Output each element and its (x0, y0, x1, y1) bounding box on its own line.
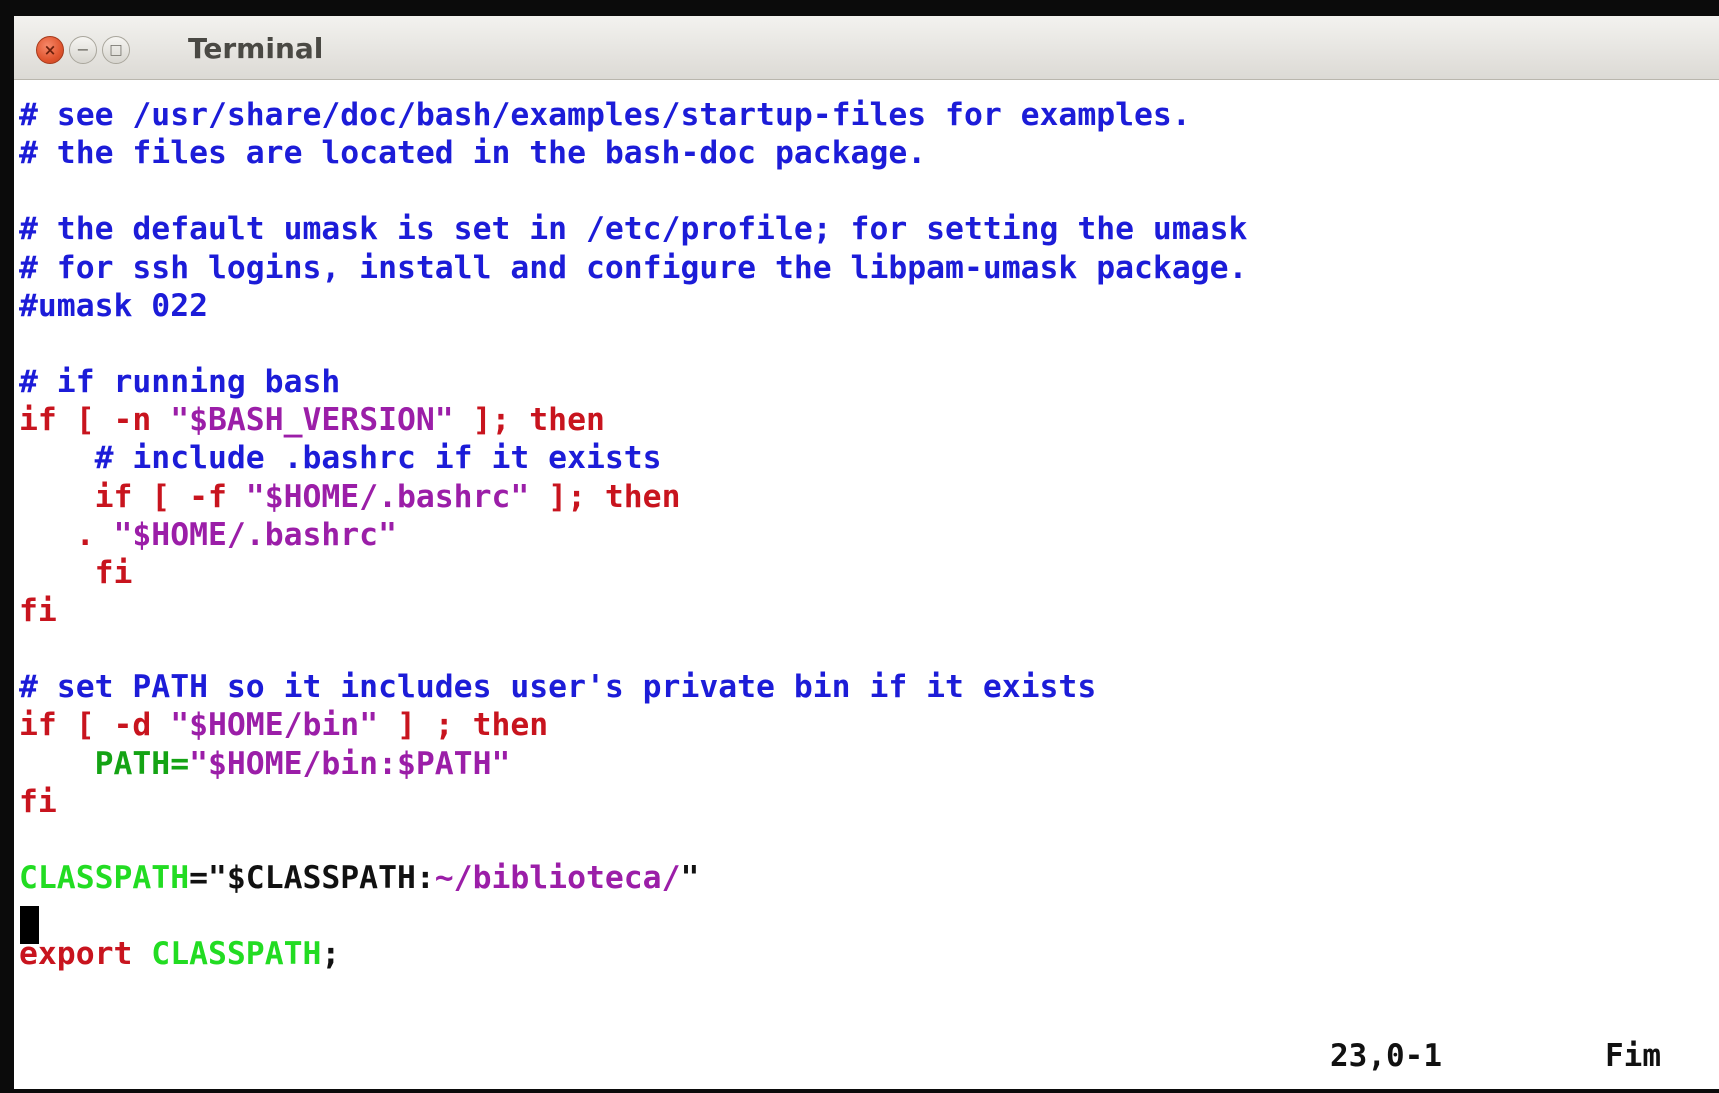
close-icon[interactable]: × (36, 36, 64, 64)
code-token: "$HOME/bin" (170, 707, 379, 744)
code-token: export (19, 936, 152, 973)
code-token: fi (19, 554, 133, 591)
code-token: ] ; then (378, 707, 549, 744)
code-token: fi (19, 783, 57, 820)
code-line: # if running bash (19, 363, 340, 401)
vim-editor-buffer[interactable]: 23,0-1 Fim # see /usr/share/doc/bash/exa… (19, 80, 1709, 1080)
code-token: # the files are located in the bash-doc … (19, 135, 927, 172)
code-line: if [ -d "$HOME/bin" ] ; then (19, 706, 548, 744)
code-token: # see /usr/share/doc/bash/examples/start… (19, 97, 1191, 133)
code-line: # set PATH so it includes user's private… (19, 668, 1096, 706)
screen-frame: × − □ Terminal 23,0-1 Fim # see /usr/sha… (0, 0, 1719, 1093)
code-token: "$HOME/bin:$PATH" (189, 745, 511, 782)
code-token: # include .bashrc if it exists (19, 440, 662, 477)
code-token: CLASSPATH (19, 860, 190, 896)
code-token: if [ -d (19, 707, 171, 744)
code-token: CLASSPATH (151, 936, 322, 973)
code-line: export CLASSPATH; (19, 935, 340, 973)
code-line: if [ -n "$BASH_VERSION" ]; then (19, 401, 605, 439)
code-token: ]; then (453, 402, 605, 439)
minimize-icon[interactable]: − (69, 36, 97, 64)
code-line: # see /usr/share/doc/bash/examples/start… (19, 96, 1191, 134)
code-token: if [ -n (19, 402, 171, 439)
code-line: fi (19, 783, 57, 821)
title-bar[interactable]: × − □ Terminal (14, 16, 1719, 80)
code-line: # the default umask is set in /etc/profi… (19, 210, 1247, 248)
code-token: #umask 022 (19, 287, 208, 324)
code-token: if [ -f (19, 478, 246, 515)
code-line: if [ -f "$HOME/.bashrc" ]; then (19, 478, 681, 516)
maximize-icon[interactable]: □ (102, 36, 130, 64)
code-token: "$HOME/.bashrc" (245, 478, 530, 515)
window-title: Terminal (188, 32, 324, 65)
scroll-indicator: Fim (1605, 1038, 1661, 1074)
terminal-window: × − □ Terminal 23,0-1 Fim # see /usr/sha… (14, 16, 1719, 1089)
code-token: "$HOME/.bashrc" (113, 516, 397, 553)
code-token: fi (19, 592, 57, 629)
code-line: fi (19, 554, 133, 592)
code-token: # the default umask is set in /etc/profi… (19, 211, 1248, 248)
code-token: "$BASH_VERSION" (170, 402, 454, 439)
code-token: # if running bash (19, 364, 341, 401)
code-line: fi (19, 592, 57, 630)
code-line: . "$HOME/.bashrc" (19, 516, 397, 554)
code-line: # for ssh logins, install and configure … (19, 249, 1247, 287)
code-line: # include .bashrc if it exists (19, 439, 662, 477)
code-line: PATH="$HOME/bin:$PATH" (19, 745, 511, 783)
code-token: ~/biblioteca/ (434, 860, 681, 896)
code-token: ]; then (529, 478, 681, 515)
code-token: ; (321, 936, 341, 973)
code-token: PATH= (19, 745, 190, 782)
cursor-position: 23,0-1 (1330, 1038, 1442, 1074)
code-line: CLASSPATH="$CLASSPATH:~/biblioteca/" (19, 859, 699, 897)
code-token: # for ssh logins, install and configure … (19, 249, 1248, 286)
code-token: ="$CLASSPATH: (189, 860, 435, 896)
code-token: " (680, 860, 700, 896)
code-line: # the files are located in the bash-doc … (19, 134, 926, 172)
code-token: . (19, 516, 114, 553)
code-token: # set PATH so it includes user's private… (19, 669, 1097, 706)
code-line: #umask 022 (19, 287, 208, 325)
